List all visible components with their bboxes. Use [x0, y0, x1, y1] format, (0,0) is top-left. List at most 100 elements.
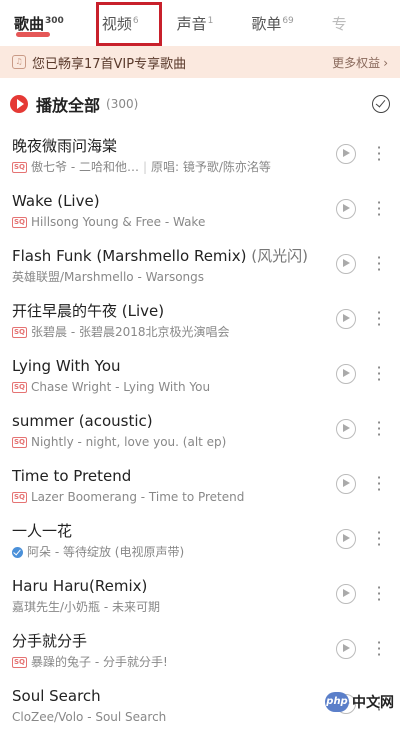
- highlight-box: [96, 2, 162, 46]
- vip-banner-text: 您已畅享17首VIP专享歌曲: [32, 53, 332, 72]
- song-title: Flash Funk (Marshmello Remix): [12, 247, 246, 265]
- play-video-icon[interactable]: [336, 529, 356, 549]
- more-options-icon[interactable]: ···: [372, 145, 386, 163]
- song-artist-album: CloZee/Volo - Soul Search: [12, 708, 166, 726]
- play-video-icon[interactable]: [336, 584, 356, 604]
- song-artist-album: 傲七爷 - 二哈和他…: [31, 158, 139, 176]
- play-all-row: 播放全部 (300): [0, 86, 400, 122]
- more-options-icon[interactable]: ···: [372, 585, 386, 603]
- song-artist-album: 嘉琪先生/小奶瓶 - 未来可期: [12, 598, 160, 616]
- more-options-icon[interactable]: ···: [372, 310, 386, 328]
- vip-icon: ♫: [12, 55, 26, 69]
- category-tabs: 歌曲300 视频6 声音1 歌单69 专: [0, 0, 400, 46]
- song-title: Soul Search: [12, 687, 101, 705]
- song-subtitle: 英雄联盟/Marshmello - Warsongs: [12, 268, 330, 286]
- verified-icon: [12, 547, 23, 558]
- more-options-icon[interactable]: ···: [372, 255, 386, 273]
- tab-label: 声音: [177, 15, 207, 33]
- song-subtitle: SQNightly - night, love you. (alt ep): [12, 433, 330, 451]
- more-options-icon[interactable]: ···: [372, 200, 386, 218]
- play-video-icon[interactable]: [336, 419, 356, 439]
- song-title-line: 开往早晨的午夜 (Live): [12, 301, 330, 321]
- sq-quality-badge: SQ: [12, 327, 27, 338]
- song-title-line: Flash Funk (Marshmello Remix) (风光闪): [12, 246, 330, 266]
- song-title-line: Wake (Live): [12, 191, 330, 211]
- song-title: Haru Haru(Remix): [12, 577, 147, 595]
- tab-playlists[interactable]: 歌单69: [251, 13, 293, 46]
- song-subtitle: SQ Hillsong Young & Free - Wake: [12, 213, 330, 231]
- sq-quality-badge: SQ: [12, 492, 27, 503]
- song-row[interactable]: Wake (Live) SQ Hillsong Young & Free - Wak…: [0, 181, 400, 236]
- song-title: Lying With You: [12, 357, 121, 375]
- tab-label: 歌单: [251, 15, 281, 33]
- song-row[interactable]: Flash Funk (Marshmello Remix) (风光闪) 英雄联盟/…: [0, 236, 400, 291]
- play-video-icon[interactable]: [336, 474, 356, 494]
- more-options-icon[interactable]: ···: [372, 365, 386, 383]
- song-artist-album: 张碧晨 - 张碧晨2018北京极光演唱会: [31, 323, 230, 341]
- tab-count: 69: [282, 16, 293, 26]
- song-subtitle: SQChase Wright - Lying With You: [12, 378, 330, 396]
- song-alt-title: (风光闪): [251, 247, 308, 265]
- song-title: summer (acoustic): [12, 412, 153, 430]
- tab-label: 专: [332, 15, 347, 33]
- song-row[interactable]: 一人一花阿朵 - 等待绽放 (电视原声带) ···: [0, 511, 400, 566]
- more-benefits-label: 更多权益: [332, 56, 380, 70]
- multi-select-icon[interactable]: [372, 95, 390, 113]
- more-options-icon[interactable]: ···: [372, 475, 386, 493]
- song-original-singer: 原唱: 镜予歌/陈亦洺等: [151, 158, 271, 176]
- play-video-icon[interactable]: [336, 199, 356, 219]
- song-subtitle: CloZee/Volo - Soul Search: [12, 708, 330, 726]
- play-video-icon[interactable]: [336, 144, 356, 164]
- song-row[interactable]: 开往早晨的午夜 (Live) SQ 张碧晨 - 张碧晨2018北京极光演唱会 ···: [0, 291, 400, 346]
- song-artist-album: Chase Wright - Lying With You: [31, 378, 210, 396]
- sq-quality-badge: SQ: [12, 162, 27, 173]
- song-title: Time to Pretend: [12, 467, 131, 485]
- song-title-line: 分手就分手: [12, 631, 330, 651]
- song-count: (300): [106, 97, 138, 111]
- song-title-line: Lying With You: [12, 356, 330, 376]
- more-benefits-link[interactable]: 更多权益›: [332, 54, 388, 71]
- tab-count: 300: [45, 16, 64, 26]
- more-options-icon[interactable]: ···: [372, 420, 386, 438]
- chevron-right-icon: ›: [383, 56, 388, 70]
- vip-banner[interactable]: ♫ 您已畅享17首VIP专享歌曲 更多权益›: [0, 46, 400, 78]
- song-title: Wake (Live): [12, 192, 100, 210]
- watermark-logo: php: [325, 692, 349, 712]
- song-row[interactable]: 晚夜微雨问海棠SQ傲七爷 - 二哈和他…|原唱: 镜予歌/陈亦洺等···: [0, 126, 400, 181]
- song-list: 晚夜微雨问海棠SQ傲七爷 - 二哈和他…|原唱: 镜予歌/陈亦洺等···Wake…: [0, 126, 400, 731]
- play-video-icon[interactable]: [336, 309, 356, 329]
- play-all-button[interactable]: 播放全部: [36, 92, 100, 116]
- song-subtitle: 阿朵 - 等待绽放 (电视原声带): [12, 543, 330, 561]
- song-title: 一人一花: [12, 522, 72, 540]
- song-artist-album: Hillsong Young & Free - Wake: [31, 213, 205, 231]
- song-artist-album: Lazer Boomerang - Time to Pretend: [31, 488, 244, 506]
- tab-label: 歌曲: [14, 15, 44, 33]
- play-video-icon[interactable]: [336, 254, 356, 274]
- more-options-icon[interactable]: ···: [372, 530, 386, 548]
- song-artist-album: 暴躁的兔子 - 分手就分手!: [31, 653, 168, 671]
- song-artist-album: 英雄联盟/Marshmello - Warsongs: [12, 268, 204, 286]
- song-title: 晚夜微雨问海棠: [12, 137, 117, 155]
- song-row[interactable]: Lying With You SQChase Wright - Lying Wit…: [0, 346, 400, 401]
- song-artist-album: Nightly - night, love you. (alt ep): [31, 433, 226, 451]
- song-title-line: summer (acoustic): [12, 411, 330, 431]
- song-row[interactable]: Haru Haru(Remix) 嘉琪先生/小奶瓶 - 未来可期 ···: [0, 566, 400, 621]
- song-row[interactable]: 分手就分手SQ暴躁的兔子 - 分手就分手!···: [0, 621, 400, 676]
- more-options-icon[interactable]: ···: [372, 640, 386, 658]
- song-title-line: 一人一花: [12, 521, 330, 541]
- song-title-line: Time to Pretend: [12, 466, 330, 486]
- tab-albums[interactable]: 专: [332, 13, 347, 46]
- song-row[interactable]: summer (acoustic) SQNightly - night, love…: [0, 401, 400, 456]
- play-video-icon[interactable]: [336, 364, 356, 384]
- song-title: 开往早晨的午夜 (Live): [12, 302, 164, 320]
- song-title-line: Haru Haru(Remix): [12, 576, 330, 596]
- song-subtitle: SQ 张碧晨 - 张碧晨2018北京极光演唱会: [12, 323, 330, 341]
- song-row[interactable]: Time to Pretend SQ Lazer Boomerang - Time …: [0, 456, 400, 511]
- song-artist-album: 阿朵 - 等待绽放 (电视原声带): [27, 543, 184, 561]
- sq-quality-badge: SQ: [12, 217, 27, 228]
- watermark: php 中文网: [325, 690, 394, 714]
- play-video-icon[interactable]: [336, 639, 356, 659]
- tab-songs[interactable]: 歌曲300: [14, 13, 64, 46]
- tab-audio[interactable]: 声音1: [177, 13, 214, 46]
- play-all-icon[interactable]: [10, 95, 28, 113]
